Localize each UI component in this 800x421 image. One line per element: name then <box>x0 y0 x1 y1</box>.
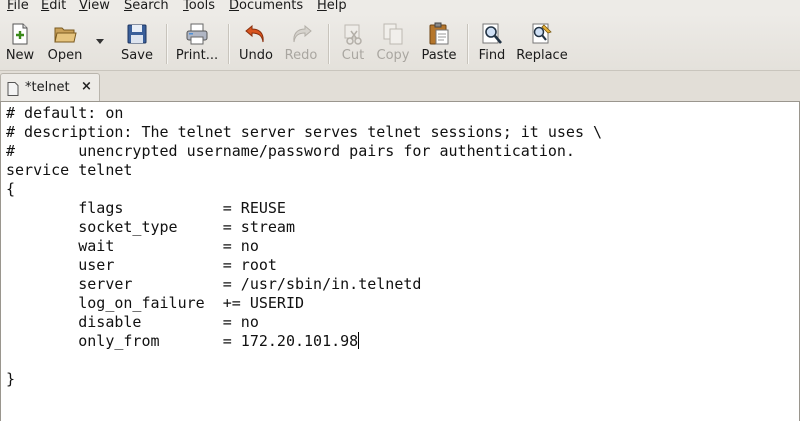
print-button[interactable]: Print... <box>174 14 220 68</box>
close-icon[interactable]: × <box>81 79 92 94</box>
editor-line-text: user = root <box>6 256 277 274</box>
cut-button-label: Cut <box>341 48 365 63</box>
redo-button[interactable]: Redo <box>282 14 320 68</box>
editor-line[interactable]: only_from = 172.20.101.98 <box>6 332 602 351</box>
toolbar-separator <box>166 24 167 64</box>
copy-button-label: Copy <box>376 48 410 63</box>
scissors-icon <box>344 24 362 45</box>
editor-line[interactable]: # description: The telnet server serves … <box>6 123 602 142</box>
chevron-down-icon <box>96 39 104 44</box>
menu-documents-mnemonic: D <box>229 0 240 13</box>
menu-edit-mnemonic: E <box>41 0 50 13</box>
menu-view-label: iew <box>87 0 110 13</box>
toolbar-separator <box>467 24 468 64</box>
menu-view-mnemonic: V <box>79 0 88 13</box>
menu-tools[interactable]: Tools <box>183 0 215 14</box>
editor-line-text: server = /usr/sbin/in.telnetd <box>6 275 422 293</box>
paste-button-label: Paste <box>421 48 457 63</box>
editor-line[interactable]: { <box>6 180 602 199</box>
menu-search-label: earch <box>132 0 169 13</box>
editor-line[interactable]: user = root <box>6 256 602 275</box>
open-button-label: Open <box>47 48 83 63</box>
editor-line[interactable]: service telnet <box>6 161 602 180</box>
open-recent-dropdown[interactable] <box>92 14 108 68</box>
menu-bar: File Edit View Search Tools Documents He… <box>0 0 800 14</box>
find-button-label: Find <box>478 48 506 63</box>
undo-arrow-icon <box>245 24 264 43</box>
editor-line-text: wait = no <box>6 237 259 255</box>
new-document-icon <box>12 23 28 45</box>
menu-tools-label: ools <box>188 0 216 13</box>
replace-button-label: Replace <box>516 48 568 63</box>
editor-line-text: only_from = 172.20.101.98 <box>6 332 359 350</box>
save-button[interactable]: Save <box>118 14 156 68</box>
floppy-disk-icon <box>127 24 147 44</box>
menu-help-label: elp <box>326 0 347 13</box>
tab-telnet[interactable]: *telnet × <box>0 73 100 102</box>
menu-help-mnemonic: H <box>317 0 327 13</box>
redo-arrow-icon <box>293 24 312 43</box>
menu-help[interactable]: Help <box>317 0 347 14</box>
menu-edit[interactable]: Edit <box>41 0 66 14</box>
editor-line[interactable]: # default: on <box>6 104 602 123</box>
new-button[interactable]: New <box>2 14 38 68</box>
editor-line-text: service telnet <box>6 161 133 179</box>
new-button-label: New <box>5 48 35 63</box>
menu-file-label: ile <box>13 0 29 13</box>
editor-line[interactable]: server = /usr/sbin/in.telnetd <box>6 275 602 294</box>
printer-icon <box>186 23 208 45</box>
menu-documents-label: ocuments <box>239 0 304 13</box>
editor-text[interactable]: # default: on # description: The telnet s… <box>6 104 602 389</box>
toolbar-separator <box>228 24 229 64</box>
menu-file[interactable]: File <box>7 0 29 14</box>
editor-line-text: disable = no <box>6 313 259 331</box>
menu-documents[interactable]: Documents <box>229 0 303 14</box>
find-replace-icon <box>532 23 552 44</box>
undo-button-label: Undo <box>239 48 273 63</box>
document-tab-bar: *telnet × <box>0 71 800 102</box>
folder-icon <box>54 27 77 43</box>
editor-line[interactable]: } <box>6 370 602 389</box>
menu-view[interactable]: View <box>79 0 110 14</box>
print-button-label: Print... <box>175 48 219 63</box>
toolbar-separator <box>328 24 329 64</box>
editor-line[interactable]: wait = no <box>6 237 602 256</box>
save-button-label: Save <box>121 48 153 63</box>
menu-search[interactable]: Search <box>124 0 169 14</box>
text-document-icon <box>7 82 19 96</box>
editor-line-text: { <box>6 180 16 198</box>
editor-line-text: # unencrypted username/password pairs fo… <box>6 142 575 160</box>
text-editor[interactable]: # default: on # description: The telnet s… <box>0 101 800 421</box>
editor-line-text: # default: on <box>6 104 124 122</box>
tab-title: *telnet <box>25 80 70 95</box>
undo-button[interactable]: Undo <box>236 14 276 68</box>
paste-button[interactable]: Paste <box>418 14 460 68</box>
editor-line-text: socket_type = stream <box>6 218 295 236</box>
find-button[interactable]: Find <box>474 14 510 68</box>
magnifier-icon <box>482 23 502 44</box>
open-button[interactable]: Open <box>42 14 88 68</box>
editor-line-text: } <box>6 370 16 388</box>
copy-button[interactable]: Copy <box>374 14 412 68</box>
editor-line[interactable]: flags = REUSE <box>6 199 602 218</box>
toolbar: New Open Save Print... Undo Redo Cut Cop… <box>0 14 800 71</box>
copy-icon <box>383 23 403 45</box>
editor-line[interactable]: # unencrypted username/password pairs fo… <box>6 142 602 161</box>
menu-edit-label: dit <box>49 0 67 13</box>
replace-button[interactable]: Replace <box>514 14 570 68</box>
text-caret <box>358 332 360 349</box>
clipboard-icon <box>429 22 449 45</box>
editor-line[interactable] <box>6 351 602 370</box>
editor-line[interactable]: disable = no <box>6 313 602 332</box>
cut-button[interactable]: Cut <box>336 14 370 68</box>
editor-line-text: log_on_failure += USERID <box>6 294 305 312</box>
editor-line-text: flags = REUSE <box>6 199 286 217</box>
editor-line[interactable]: socket_type = stream <box>6 218 602 237</box>
editor-line-text: # description: The telnet server serves … <box>6 123 603 141</box>
editor-line[interactable]: log_on_failure += USERID <box>6 294 602 313</box>
redo-button-label: Redo <box>284 48 318 63</box>
